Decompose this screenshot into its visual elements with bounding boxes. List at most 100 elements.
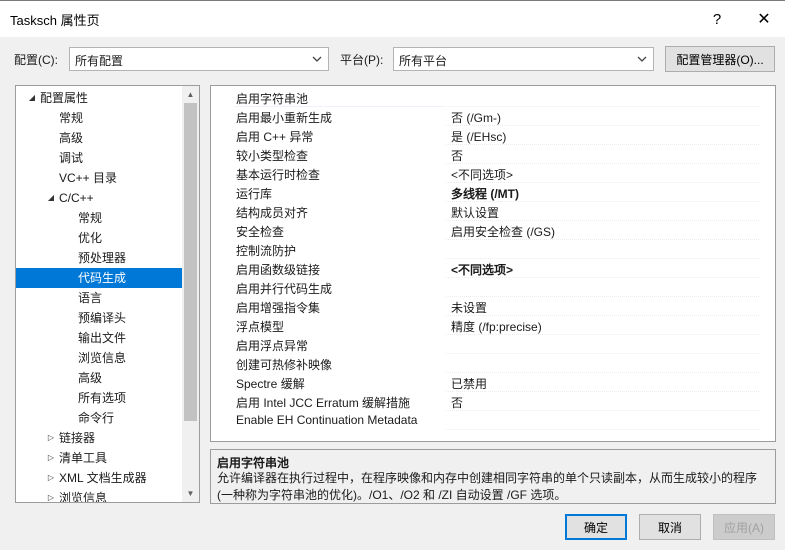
property-name: Spectre 缓解 — [236, 377, 305, 391]
property-name: Enable EH Continuation Metadata — [236, 413, 418, 427]
property-name: 创建可热修补映像 — [236, 358, 333, 372]
tree-item-label: 浏览信息 — [78, 351, 127, 365]
tree-item-label: 高级 — [78, 371, 103, 385]
tree-scrollbar[interactable]: ▲ ▼ — [182, 86, 199, 502]
property-row[interactable]: 启用函数级链接 <不同选项> — [211, 259, 775, 278]
tree-item[interactable]: 预编译头 — [16, 308, 182, 328]
platform-label: 平台(P): — [340, 53, 384, 67]
expand-arrow-icon[interactable]: ▷ — [45, 448, 57, 468]
tree-item[interactable]: 输出文件 — [16, 328, 182, 348]
property-value[interactable]: 否 (/Gm-) — [451, 109, 501, 126]
property-row[interactable]: 浮点模型 精度 (/fp:precise) — [211, 316, 775, 335]
property-grid: 启用字符串池启用最小重新生成 否 (/Gm-) 启用 C++ 异常 是 (/EHsc)… — [210, 85, 776, 442]
config-combobox[interactable]: 所有配置 — [69, 47, 329, 71]
tree-item[interactable]: 常规 — [16, 108, 182, 128]
tree-item-label: 优化 — [78, 231, 103, 245]
expand-arrow-icon[interactable]: ▷ — [45, 428, 57, 448]
property-row[interactable]: 启用 C++ 异常 是 (/EHsc) — [211, 126, 775, 145]
tree-item[interactable]: VC++ 目录 — [16, 168, 182, 188]
ok-button[interactable]: 确定 — [565, 514, 627, 540]
config-label: 配置(C): — [14, 53, 58, 67]
property-name: 较小类型检查 — [236, 149, 309, 163]
chevron-down-icon — [637, 56, 647, 62]
tree-item[interactable]: 高级 — [16, 368, 182, 388]
tree-item-label: C/C++ — [59, 191, 94, 205]
property-value[interactable]: <不同选项> — [451, 166, 513, 183]
description-panel: 启用字符串池 允许编译器在执行过程中，在程序映像和内存中创建相同字符串的单个只读… — [210, 449, 776, 504]
property-value[interactable]: 已禁用 — [451, 375, 487, 392]
tree-item[interactable]: ▷ 链接器 — [16, 428, 182, 448]
tree-item[interactable]: 优化 — [16, 228, 182, 248]
property-row[interactable]: 启用浮点异常 — [211, 335, 775, 354]
tree-item-label: 命令行 — [78, 411, 115, 425]
property-row[interactable]: 创建可热修补映像 — [211, 354, 775, 373]
tree-item-label: 代码生成 — [78, 271, 127, 285]
property-value[interactable]: 否 — [451, 147, 463, 164]
property-row[interactable]: 较小类型检查 否 — [211, 145, 775, 164]
platform-value: 所有平台 — [399, 54, 448, 68]
scroll-up-icon[interactable]: ▲ — [182, 86, 199, 103]
row-divider — [446, 429, 759, 430]
tree-item[interactable]: 常规 — [16, 208, 182, 228]
tree-item-label: 常规 — [78, 211, 103, 225]
property-row[interactable]: 运行库 多线程 (/MT) — [211, 183, 775, 202]
property-name: 安全检查 — [236, 225, 285, 239]
scrollbar-thumb[interactable] — [184, 103, 197, 421]
close-button[interactable]: ✕ — [741, 1, 785, 37]
tree-item[interactable]: ◢ 配置属性 — [16, 88, 182, 108]
tree-item-label: 浏览信息 — [59, 491, 108, 503]
scroll-down-icon[interactable]: ▼ — [182, 485, 199, 502]
property-name: 运行库 — [236, 187, 273, 201]
tree-item[interactable]: 浏览信息 — [16, 348, 182, 368]
tree-item[interactable]: 所有选项 — [16, 388, 182, 408]
cancel-button[interactable]: 取消 — [639, 514, 701, 540]
property-name: 启用最小重新生成 — [236, 111, 333, 125]
property-row[interactable]: Spectre 缓解 已禁用 — [211, 373, 775, 392]
property-row[interactable]: 结构成员对齐 默认设置 — [211, 202, 775, 221]
property-row[interactable]: 启用增强指令集 未设置 — [211, 297, 775, 316]
tree-item-label: VC++ 目录 — [59, 171, 118, 185]
title-bar: Tasksch 属性页 ? ✕ — [0, 1, 785, 37]
tree-item[interactable]: ◢ C/C++ — [16, 188, 182, 208]
property-value[interactable]: 是 (/EHsc) — [451, 128, 506, 145]
apply-button[interactable]: 应用(A) — [713, 514, 775, 540]
property-value[interactable]: 否 — [451, 394, 463, 411]
tree-item[interactable]: ▷ 清单工具 — [16, 448, 182, 468]
help-button[interactable]: ? — [694, 1, 740, 37]
property-value[interactable]: 默认设置 — [451, 204, 499, 221]
tree-item-label: 所有选项 — [78, 391, 127, 405]
property-value[interactable]: 未设置 — [451, 299, 487, 316]
property-row[interactable]: 控制流防护 — [211, 240, 775, 259]
expand-arrow-icon[interactable]: ▷ — [45, 488, 57, 502]
collapse-arrow-icon[interactable]: ◢ — [26, 88, 38, 108]
tree-item[interactable]: 语言 — [16, 288, 182, 308]
property-row[interactable]: 启用字符串池 — [211, 88, 775, 107]
tree-item[interactable]: 命令行 — [16, 408, 182, 428]
tree-item[interactable]: 调试 — [16, 148, 182, 168]
collapse-arrow-icon[interactable]: ◢ — [45, 188, 57, 208]
tree-item[interactable]: 高级 — [16, 128, 182, 148]
expand-arrow-icon[interactable]: ▷ — [45, 468, 57, 488]
property-value[interactable]: 精度 (/fp:precise) — [451, 318, 542, 335]
property-value[interactable]: <不同选项> — [451, 261, 513, 278]
config-manager-button[interactable]: 配置管理器(O)... — [665, 46, 775, 72]
tree-item[interactable]: ▷ XML 文档生成器 — [16, 468, 182, 488]
tree-item[interactable]: 代码生成 — [16, 268, 182, 288]
property-name: 浮点模型 — [236, 320, 285, 334]
property-value[interactable]: 启用安全检查 (/GS) — [451, 223, 555, 240]
tree-item-label: 清单工具 — [59, 451, 108, 465]
property-row[interactable]: 启用并行代码生成 — [211, 278, 775, 297]
platform-combobox[interactable]: 所有平台 — [393, 47, 654, 71]
property-row[interactable]: 启用 Intel JCC Erratum 缓解措施 否 — [211, 392, 775, 411]
property-row[interactable]: 基本运行时检查 <不同选项> — [211, 164, 775, 183]
property-name: 启用增强指令集 — [236, 301, 321, 315]
property-name: 启用浮点异常 — [236, 339, 309, 353]
property-row[interactable]: Enable EH Continuation Metadata — [211, 411, 775, 430]
property-row[interactable]: 启用最小重新生成 否 (/Gm-) — [211, 107, 775, 126]
property-value[interactable]: 多线程 (/MT) — [451, 185, 519, 202]
tree-item[interactable]: 预处理器 — [16, 248, 182, 268]
tree-item[interactable]: ▷ 浏览信息 — [16, 488, 182, 503]
property-name: 启用函数级链接 — [236, 263, 321, 277]
property-name: 启用并行代码生成 — [236, 282, 333, 296]
property-row[interactable]: 安全检查 启用安全检查 (/GS) — [211, 221, 775, 240]
